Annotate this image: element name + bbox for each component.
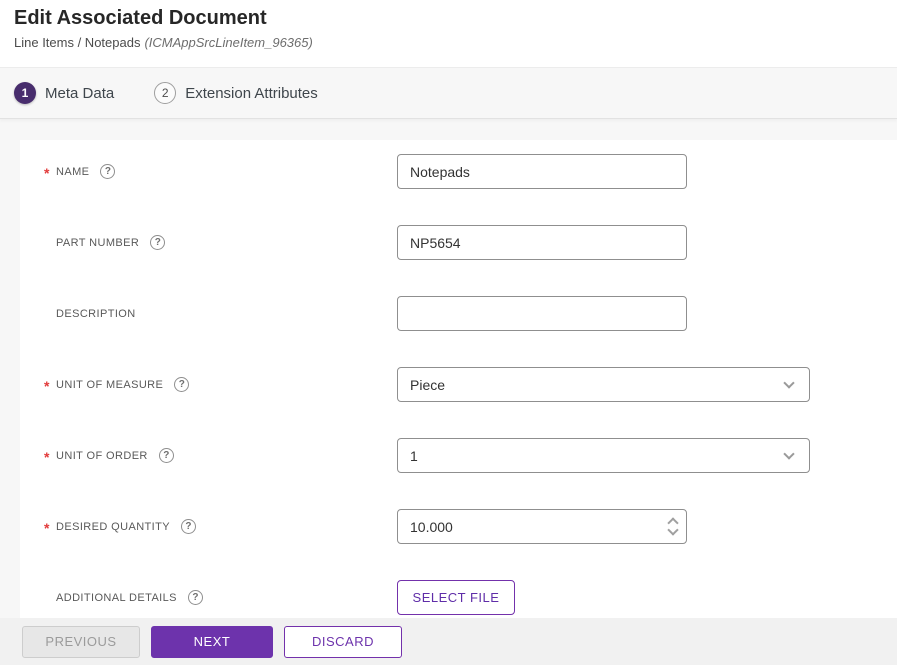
- wizard-stepper: 1 Meta Data 2 Extension Attributes: [0, 67, 897, 119]
- field-label-unit-of-order: UNIT OF ORDER: [56, 449, 148, 462]
- required-marker: *: [44, 164, 50, 181]
- footer-action-bar: PREVIOUS NEXT DISCARD: [0, 618, 897, 665]
- field-label-name: NAME: [56, 165, 90, 178]
- label-cell-additional-details: ADDITIONAL DETAILS ?: [20, 590, 397, 605]
- required-marker: *: [44, 377, 50, 394]
- help-icon[interactable]: ?: [187, 590, 203, 605]
- form-card: * NAME ? PART NUMBER ? DESCRIPTION: [20, 140, 897, 618]
- label-cell-unit-of-measure: * UNIT OF MEASURE ?: [20, 377, 397, 393]
- step-2-circle: 2: [154, 82, 177, 104]
- help-icon[interactable]: ?: [174, 377, 190, 392]
- description-input[interactable]: [397, 296, 687, 331]
- spinner-down-icon[interactable]: [667, 524, 679, 536]
- field-row-description: DESCRIPTION: [20, 278, 897, 349]
- select-file-button[interactable]: SELECT FILE: [397, 580, 515, 615]
- label-cell-description: DESCRIPTION: [20, 308, 397, 320]
- required-marker: *: [44, 448, 50, 465]
- unit-of-order-value: 1: [410, 447, 418, 464]
- field-row-desired-quantity: * DESIRED QUANTITY ?: [20, 491, 897, 562]
- step-1-circle: 1: [14, 82, 36, 104]
- field-label-description: DESCRIPTION: [56, 307, 136, 320]
- field-row-part-number: PART NUMBER ?: [20, 207, 897, 278]
- step-1-label: Meta Data: [45, 84, 115, 102]
- next-button[interactable]: NEXT: [151, 625, 273, 658]
- required-marker: [44, 313, 56, 315]
- previous-button[interactable]: PREVIOUS: [22, 625, 140, 658]
- step-2-label: Extension Attributes: [185, 84, 318, 102]
- field-row-unit-of-order: * UNIT OF ORDER ? 1: [20, 420, 897, 491]
- field-label-desired-quantity: DESIRED QUANTITY: [56, 520, 170, 533]
- label-cell-name: * NAME ?: [20, 164, 397, 180]
- spinner-controls: [667, 509, 679, 544]
- field-label-part-number: PART NUMBER: [56, 236, 140, 249]
- page-title: Edit Associated Document: [14, 7, 267, 29]
- label-cell-desired-quantity: * DESIRED QUANTITY ?: [20, 519, 397, 535]
- field-row-additional-details: ADDITIONAL DETAILS ? SELECT FILE: [20, 562, 897, 618]
- required-marker: [44, 242, 56, 244]
- label-cell-unit-of-order: * UNIT OF ORDER ?: [20, 448, 397, 464]
- step-meta-data[interactable]: 1 Meta Data: [14, 82, 114, 104]
- quantity-stepper: [397, 509, 687, 544]
- required-marker: [44, 597, 56, 599]
- name-input[interactable]: [397, 154, 687, 189]
- help-icon[interactable]: ?: [150, 235, 166, 250]
- unit-of-order-select[interactable]: 1: [397, 438, 810, 473]
- step-extension-attributes[interactable]: 2 Extension Attributes: [154, 82, 318, 104]
- breadcrumb-path[interactable]: Line Items / Notepads: [14, 35, 140, 50]
- form-rows: * NAME ? PART NUMBER ? DESCRIPTION: [20, 140, 897, 618]
- chevron-down-icon: [783, 447, 795, 460]
- field-row-unit-of-measure: * UNIT OF MEASURE ? Piece: [20, 349, 897, 420]
- desired-quantity-input[interactable]: [397, 509, 687, 544]
- part-number-input[interactable]: [397, 225, 687, 260]
- help-icon[interactable]: ?: [180, 519, 196, 534]
- unit-of-measure-value: Piece: [410, 376, 446, 393]
- field-label-additional-details: ADDITIONAL DETAILS: [56, 591, 177, 604]
- help-icon[interactable]: ?: [100, 164, 116, 179]
- chevron-down-icon: [783, 376, 795, 389]
- required-marker: *: [44, 519, 50, 536]
- field-row-name: * NAME ?: [20, 140, 897, 207]
- discard-button[interactable]: DISCARD: [284, 625, 402, 658]
- page-header: Edit Associated Document Line Items / No…: [0, 0, 897, 67]
- help-icon[interactable]: ?: [158, 448, 174, 463]
- unit-of-measure-select[interactable]: Piece: [397, 367, 810, 402]
- label-cell-part-number: PART NUMBER ?: [20, 235, 397, 250]
- breadcrumb-reference-id: (ICMAppSrcLineItem_96365): [144, 35, 313, 50]
- field-label-unit-of-measure: UNIT OF MEASURE: [56, 378, 164, 391]
- breadcrumb[interactable]: Line Items / Notepads (ICMAppSrcLineItem_…: [14, 35, 883, 50]
